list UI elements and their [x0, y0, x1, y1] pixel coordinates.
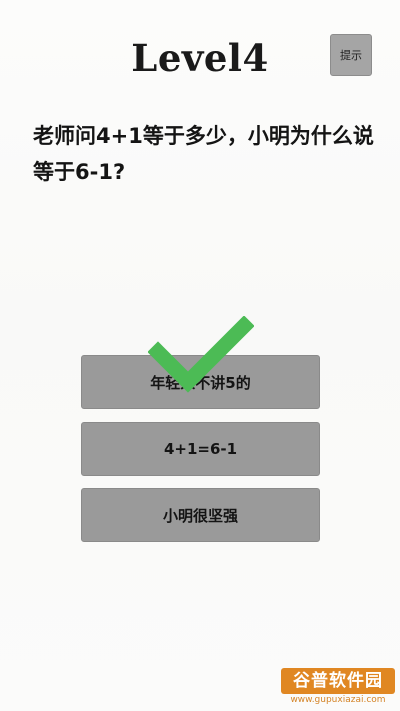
answer-button-1[interactable]: 年轻人不讲5的 [81, 355, 320, 409]
hint-button[interactable]: 提示 [330, 34, 372, 76]
watermark-logo: 谷普软件园 www.gupuxiazai.com [281, 668, 395, 706]
question-text: 老师问4+1等于多少，小明为什么说等于6-1? [33, 124, 374, 184]
game-screen: Level4 提示 老师问4+1等于多少，小明为什么说等于6-1? 年轻人不讲5… [0, 0, 400, 711]
watermark-url: www.gupuxiazai.com [290, 695, 386, 705]
answer-label-3: 小明很坚强 [162, 506, 238, 525]
answer-button-3[interactable]: 小明很坚强 [81, 488, 320, 542]
watermark-name: 谷普软件园 [281, 668, 395, 694]
answer-button-2[interactable]: 4+1=6-1 [81, 422, 320, 476]
answer-label-1: 年轻人不讲5的 [150, 373, 251, 392]
answer-label-2: 4+1=6-1 [163, 440, 238, 458]
